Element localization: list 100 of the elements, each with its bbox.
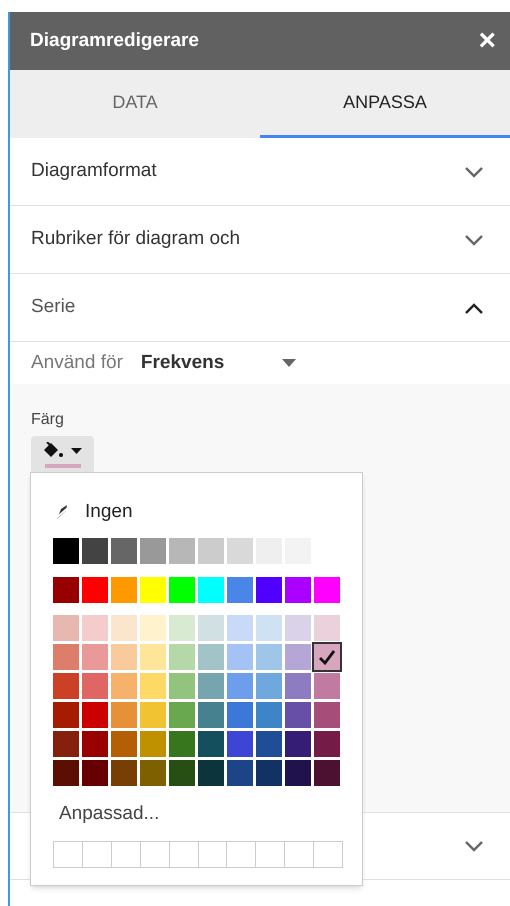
caret-icon (282, 359, 296, 367)
color-swatch[interactable] (111, 731, 137, 757)
close-button[interactable]: × (478, 26, 496, 56)
color-swatch[interactable] (314, 673, 340, 699)
color-swatch[interactable] (256, 702, 282, 728)
color-swatch[interactable] (285, 644, 311, 670)
color-swatch[interactable] (227, 673, 253, 699)
color-swatch[interactable] (256, 615, 282, 641)
section-title: Serie (31, 295, 76, 320)
color-swatch[interactable] (53, 731, 79, 757)
color-swatch[interactable] (198, 538, 224, 564)
color-swatch[interactable] (314, 577, 340, 603)
color-swatch[interactable] (198, 673, 224, 699)
color-swatch[interactable] (285, 673, 311, 699)
color-swatch[interactable] (53, 760, 79, 786)
color-swatch[interactable] (285, 702, 311, 728)
color-swatch[interactable] (169, 538, 195, 564)
window-title: Diagramredigerare (30, 28, 199, 53)
color-swatch[interactable] (256, 673, 282, 699)
color-swatch[interactable] (169, 731, 195, 757)
color-swatch[interactable] (82, 538, 108, 564)
color-swatch[interactable] (169, 577, 195, 603)
color-swatch[interactable] (256, 731, 282, 757)
color-swatch[interactable] (227, 760, 253, 786)
chevron-up-icon (464, 302, 484, 314)
custom-color-option[interactable]: Anpassad... (59, 800, 160, 828)
color-swatch[interactable] (169, 644, 195, 670)
color-swatch[interactable] (82, 731, 108, 757)
color-swatch[interactable] (227, 538, 253, 564)
section-title: Rubriker för diagram och (31, 227, 240, 252)
color-swatch[interactable] (82, 644, 108, 670)
tab[interactable]: ANPASSA (260, 70, 510, 138)
color-swatch[interactable] (82, 615, 108, 641)
color-swatch[interactable] (198, 702, 224, 728)
color-swatch[interactable] (111, 702, 137, 728)
color-swatch[interactable] (256, 760, 282, 786)
color-swatch[interactable] (285, 615, 311, 641)
color-swatch[interactable] (227, 702, 253, 728)
color-swatch[interactable] (82, 702, 108, 728)
color-swatch[interactable] (111, 577, 137, 603)
color-swatch[interactable] (198, 615, 224, 641)
color-swatch[interactable] (314, 702, 340, 728)
color-swatch[interactable] (140, 644, 166, 670)
chevron-down-icon (464, 234, 484, 246)
chevron-down-icon (464, 166, 484, 178)
color-swatch[interactable] (227, 644, 253, 670)
color-swatch[interactable] (256, 577, 282, 603)
color-swatch[interactable] (140, 538, 166, 564)
section-title: Diagramformat (31, 159, 157, 184)
selected-color-bar (44, 464, 80, 468)
color-swatch[interactable] (140, 577, 166, 603)
color-swatch[interactable] (169, 760, 195, 786)
caret-icon (71, 448, 82, 454)
color-swatch[interactable] (314, 760, 340, 786)
color-swatch[interactable] (285, 760, 311, 786)
tab[interactable]: DATA (10, 70, 260, 138)
color-swatch[interactable] (169, 673, 195, 699)
section-header[interactable]: Serie (10, 274, 510, 342)
color-swatch[interactable] (111, 760, 137, 786)
color-swatch[interactable] (256, 644, 282, 670)
color-swatch[interactable] (227, 731, 253, 757)
series-dropdown[interactable]: Frekvens (140, 348, 296, 378)
color-swatch[interactable] (53, 673, 79, 699)
color-swatch[interactable] (285, 577, 311, 603)
check-icon (318, 649, 336, 665)
color-swatch[interactable] (140, 673, 166, 699)
color-swatch[interactable] (314, 615, 340, 641)
field-label: Färg (31, 410, 65, 430)
color-swatch[interactable] (53, 702, 79, 728)
color-swatch[interactable] (227, 615, 253, 641)
color-swatch[interactable] (198, 577, 224, 603)
color-swatch[interactable] (140, 702, 166, 728)
color-swatch[interactable] (198, 760, 224, 786)
section-header[interactable]: Diagramformat (10, 138, 510, 206)
color-swatch[interactable] (82, 673, 108, 699)
color-swatch[interactable] (140, 760, 166, 786)
color-swatch[interactable] (82, 760, 108, 786)
color-swatch[interactable] (53, 538, 79, 564)
section-header[interactable]: Rubriker för diagram och (10, 206, 510, 274)
color-swatch[interactable] (314, 731, 340, 757)
color-swatch[interactable] (53, 577, 79, 603)
no-color-option[interactable]: Ingen (53, 499, 133, 525)
color-swatch[interactable] (111, 538, 137, 564)
color-swatch[interactable] (53, 644, 79, 670)
color-swatch[interactable] (53, 615, 79, 641)
chevron-down-icon (464, 840, 484, 852)
fill-color-button[interactable] (31, 436, 94, 474)
color-swatch[interactable] (82, 577, 108, 603)
color-swatch[interactable] (169, 702, 195, 728)
color-swatch[interactable] (198, 731, 224, 757)
color-swatch[interactable] (111, 615, 137, 641)
color-swatch[interactable] (227, 577, 253, 603)
color-swatch[interactable] (111, 644, 137, 670)
color-swatch[interactable] (140, 615, 166, 641)
color-swatch[interactable] (198, 644, 224, 670)
color-swatch[interactable] (111, 673, 137, 699)
color-swatch[interactable] (169, 615, 195, 641)
color-swatch[interactable] (285, 731, 311, 757)
color-swatch[interactable] (314, 644, 340, 670)
color-swatch[interactable] (140, 731, 166, 757)
